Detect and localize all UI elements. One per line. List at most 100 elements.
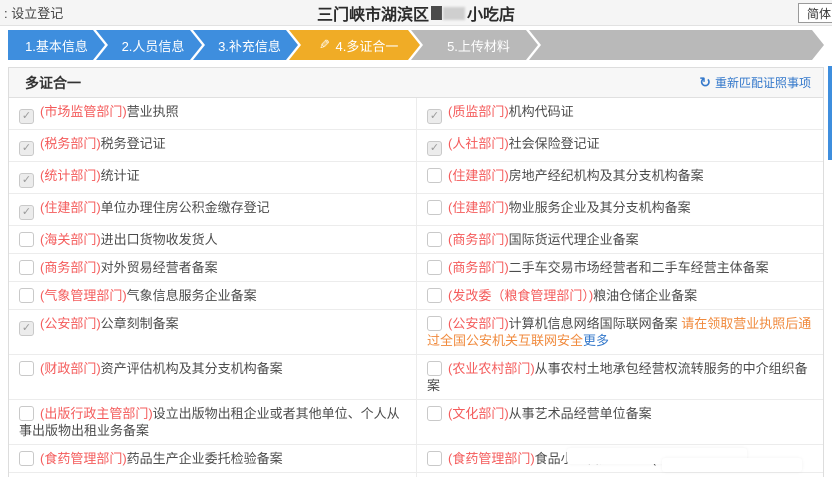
- dept-label: (食药管理部门): [40, 451, 127, 466]
- item-label: 二手车交易市场经营者和二手车经营主体备案: [509, 260, 769, 275]
- checkbox-unchecked[interactable]: [427, 316, 442, 331]
- dept-label: (出版行政主管部门): [40, 406, 153, 421]
- license-item: (商务部门)对外贸易经营者备案: [9, 254, 416, 282]
- license-item: (商务部门)二手车交易市场经营者和二手车经营主体备案: [416, 254, 823, 282]
- dept-label: (财政部门): [40, 361, 101, 376]
- redaction-patch: [662, 458, 802, 472]
- item-label: 气象信息服务企业备案: [127, 288, 257, 303]
- item-label: 单位办理住房公积金缴存登记: [101, 200, 270, 215]
- step-basic-info[interactable]: 1.基本信息: [8, 30, 105, 60]
- checkbox-unchecked[interactable]: [427, 260, 442, 275]
- top-bar: : 设立登记 三门峡市湖滨区 小吃店 简体: [0, 0, 832, 26]
- panel-title: 多证合一: [25, 73, 81, 93]
- breadcrumb: : 设立登记: [0, 3, 63, 22]
- dept-label: (住建部门): [40, 200, 101, 215]
- license-item: ✓(质监部门)机构代码证: [416, 98, 823, 130]
- checkbox-checked[interactable]: ✓: [427, 109, 442, 124]
- redacted-logo: [431, 6, 442, 20]
- item-label: 资产评估机构及其分支机构备案: [101, 361, 283, 376]
- checkbox-checked[interactable]: ✓: [19, 141, 34, 156]
- checkbox-unchecked[interactable]: [19, 406, 34, 421]
- title-prefix: 三门峡市湖滨区: [317, 1, 429, 25]
- language-button[interactable]: 简体: [798, 3, 832, 23]
- license-item: (气象管理部门)气象信息服务企业备案: [9, 282, 416, 310]
- dept-label: (商务部门): [448, 232, 509, 247]
- refresh-icon: ↻: [699, 74, 711, 91]
- title-suffix: 小吃店: [467, 1, 515, 25]
- step-personnel-info[interactable]: 2.人员信息: [96, 30, 202, 60]
- checkbox-unchecked[interactable]: [19, 260, 34, 275]
- checkbox-unchecked[interactable]: [19, 232, 34, 247]
- rematch-license-link[interactable]: ↻ 重新匹配证照事项: [699, 74, 811, 91]
- step-bar-filler: [529, 30, 824, 60]
- scrollbar-thumb[interactable]: [828, 66, 832, 160]
- checkbox-unchecked[interactable]: [427, 168, 442, 183]
- pencil-icon: ✎: [319, 37, 330, 53]
- checkbox-unchecked[interactable]: [427, 288, 442, 303]
- dept-label: (住建部门): [448, 168, 509, 183]
- dept-label: (商务部门): [448, 260, 509, 275]
- license-item: (出版行政主管部门)设立出版物出租企业或者其他单位、个人从事出版物出租业务备案: [9, 400, 416, 445]
- checkbox-checked[interactable]: ✓: [19, 173, 34, 188]
- item-label: 国际货运代理企业备案: [509, 232, 639, 247]
- checkbox-checked[interactable]: ✓: [427, 141, 442, 156]
- checkbox-unchecked[interactable]: [19, 451, 34, 466]
- checkbox-unchecked[interactable]: [19, 288, 34, 303]
- checkbox-checked[interactable]: ✓: [19, 205, 34, 220]
- license-item: (食药管理部门)药品生产企业委托检验备案: [9, 445, 416, 473]
- dept-label: (市场监管部门): [40, 104, 127, 119]
- item-label: 物业服务企业及其分支机构备案: [509, 200, 691, 215]
- item-label: 社会保险登记证: [509, 136, 600, 151]
- item-label: 公章刻制备案: [101, 316, 179, 331]
- dept-label: (税务部门): [40, 136, 101, 151]
- checkbox-unchecked[interactable]: [19, 361, 34, 376]
- item-label: 房地产经纪机构及其分支机构备案: [509, 168, 704, 183]
- license-item: (海关部门)进出口货物收发货人: [9, 226, 416, 254]
- item-label: 对外贸易经营者备案: [101, 260, 218, 275]
- license-item: ✓ (税务部门)税务登记证: [9, 130, 416, 162]
- item-label: 从事艺术品经营单位备案: [509, 406, 652, 421]
- license-item: (住建部门)物业服务企业及其分支机构备案: [416, 194, 823, 226]
- checkbox-unchecked[interactable]: [427, 361, 442, 376]
- dept-label: (海关部门): [40, 232, 101, 247]
- checkbox-unchecked[interactable]: [427, 406, 442, 421]
- item-label: 机构代码证: [509, 104, 574, 119]
- item-label: 统计证: [101, 168, 140, 183]
- step-upload-materials[interactable]: 5.上传材料: [411, 30, 538, 60]
- license-item: ✓ (市场监管部门)营业执照: [9, 98, 416, 130]
- panel-header: 多证合一 ↻ 重新匹配证照事项: [9, 68, 823, 98]
- more-link[interactable]: 更多: [583, 333, 609, 348]
- dept-label: (人社部门): [448, 136, 509, 151]
- checkbox-unchecked[interactable]: [427, 451, 442, 466]
- item-label: 计算机信息网络国际联网备案: [509, 316, 682, 331]
- step-supplementary-info[interactable]: 3.补充信息: [193, 30, 298, 60]
- item-label: 税务登记证: [101, 136, 166, 151]
- checkbox-unchecked[interactable]: [427, 232, 442, 247]
- license-item: (公安部门)计算机信息网络国际联网备案 请在领取营业执照后通过全国公安机关互联网…: [416, 310, 823, 355]
- license-item: (财政部门)资产评估机构及其分支机构备案: [9, 355, 416, 400]
- license-item: ✓ (人社部门)社会保险登记证: [416, 130, 823, 162]
- dept-label: (住建部门): [448, 200, 509, 215]
- checkbox-unchecked[interactable]: [427, 200, 442, 215]
- license-item: ✓ (住建部门)单位办理住房公积金缴存登记: [9, 194, 416, 226]
- dept-label: (农业农村部门): [448, 361, 535, 376]
- step-multi-license[interactable]: ✎ 4.多证合一: [289, 30, 420, 60]
- license-item: (农业农村部门)从事农村土地承包经营权流转服务的中介组织备案: [416, 355, 823, 400]
- license-item: ✓ (统计部门)统计证: [9, 162, 416, 194]
- checkbox-checked[interactable]: ✓: [19, 321, 34, 336]
- item-label: 进出口货物收发货人: [101, 232, 218, 247]
- item-label: 药品生产企业委托检验备案: [127, 451, 283, 466]
- dept-label: (公安部门): [448, 316, 509, 331]
- page-title: 三门峡市湖滨区 小吃店: [0, 0, 832, 26]
- redacted-text: [443, 7, 465, 20]
- license-item: (文化部门)从事艺术品经营单位备案: [416, 400, 823, 445]
- item-label: 营业执照: [127, 104, 179, 119]
- license-item: (发改委（粮食管理部门）)粮油仓储企业备案: [416, 282, 823, 310]
- license-item: (商务部门)国际货运代理企业备案: [416, 226, 823, 254]
- license-item: ✓(公安部门)公章刻制备案: [9, 310, 416, 355]
- checkbox-checked[interactable]: ✓: [19, 109, 34, 124]
- dept-label: (统计部门): [40, 168, 101, 183]
- license-item: (住建部门)房地产经纪机构及其分支机构备案: [416, 162, 823, 194]
- dept-label: (商务部门): [40, 260, 101, 275]
- dept-label: (食药管理部门): [448, 451, 535, 466]
